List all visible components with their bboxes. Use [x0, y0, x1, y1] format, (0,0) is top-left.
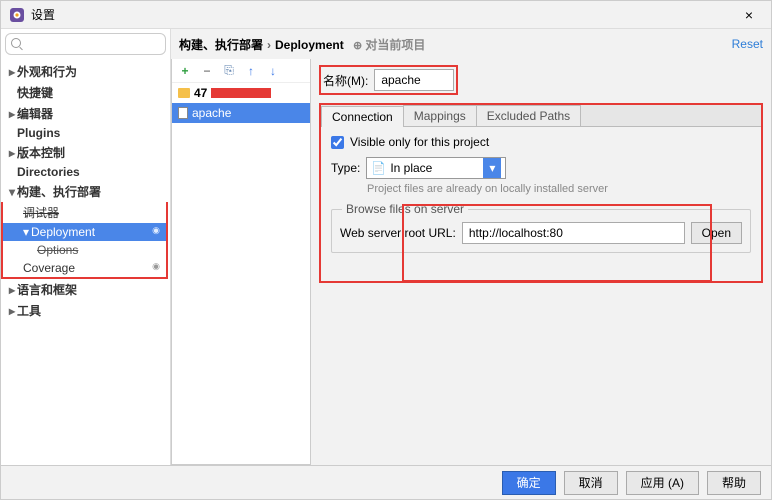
- tree-deployment-options[interactable]: Options: [3, 241, 166, 259]
- apply-button[interactable]: 应用 (A): [626, 471, 699, 495]
- chevron-down-icon: ▾: [483, 158, 501, 178]
- tree-languages[interactable]: ▸语言和框架: [1, 279, 170, 300]
- tree-vcs[interactable]: ▸版本控制: [1, 142, 170, 163]
- add-icon[interactable]: +: [178, 64, 192, 78]
- search-input[interactable]: [5, 33, 166, 55]
- visible-only-label: Visible only for this project: [350, 135, 489, 149]
- server-item-apache[interactable]: apache: [172, 103, 310, 123]
- tree-plugins[interactable]: Plugins: [1, 124, 170, 142]
- detail-tabs: Connection Mappings Excluded Paths: [321, 105, 761, 127]
- tab-mappings[interactable]: Mappings: [403, 105, 477, 126]
- type-select[interactable]: 📄 In place ▾: [366, 157, 506, 179]
- tree-keymap[interactable]: 快捷键: [1, 82, 170, 103]
- breadcrumb-hint: ⊕ 对当前项目: [353, 40, 425, 52]
- search-icon: [11, 38, 21, 48]
- tab-excluded[interactable]: Excluded Paths: [476, 105, 581, 126]
- tree-appearance[interactable]: ▸外观和行为: [1, 61, 170, 82]
- tree-build[interactable]: ▾构建、执行部署: [1, 181, 170, 202]
- settings-tree: ▸外观和行为 快捷键 ▸编辑器 Plugins ▸版本控制 Directorie…: [1, 59, 170, 465]
- folder-icon: [178, 88, 190, 98]
- window-title: 设置: [31, 6, 735, 23]
- server-item-47[interactable]: 47: [172, 83, 310, 103]
- type-label: Type:: [331, 161, 360, 175]
- name-label: 名称(M):: [323, 72, 368, 89]
- tree-deployment[interactable]: ▾Deployment◉: [3, 223, 166, 241]
- sidebar: ▸外观和行为 快捷键 ▸编辑器 Plugins ▸版本控制 Directorie…: [1, 29, 171, 465]
- file-icon: [178, 107, 188, 119]
- close-icon[interactable]: ×: [735, 7, 763, 23]
- breadcrumb: 构建、执行部署›Deployment ⊕ 对当前项目: [179, 36, 732, 53]
- app-icon: [9, 7, 25, 23]
- dialog-footer: 确定 取消 应用 (A) 帮助: [1, 465, 771, 499]
- tab-connection[interactable]: Connection: [321, 106, 404, 127]
- server-name-input[interactable]: [374, 69, 454, 91]
- tree-editor[interactable]: ▸编辑器: [1, 103, 170, 124]
- type-icon: 📄: [371, 161, 386, 175]
- visible-only-checkbox[interactable]: [331, 136, 344, 149]
- copy-icon[interactable]: ⎘: [222, 64, 236, 78]
- ok-button[interactable]: 确定: [502, 471, 556, 495]
- reset-link[interactable]: Reset: [732, 37, 763, 51]
- tree-tools[interactable]: ▸工具: [1, 300, 170, 321]
- remove-icon[interactable]: −: [200, 64, 214, 78]
- tree-debugger[interactable]: 调试器: [3, 202, 166, 223]
- cancel-button[interactable]: 取消: [564, 471, 618, 495]
- tree-coverage[interactable]: Coverage◉: [3, 259, 166, 277]
- down-icon[interactable]: ↓: [266, 64, 280, 78]
- up-icon[interactable]: ↑: [244, 64, 258, 78]
- tree-directories[interactable]: Directories: [1, 163, 170, 181]
- help-button[interactable]: 帮助: [707, 471, 761, 495]
- server-list: + − ⎘ ↑ ↓ 47 apache: [171, 59, 311, 465]
